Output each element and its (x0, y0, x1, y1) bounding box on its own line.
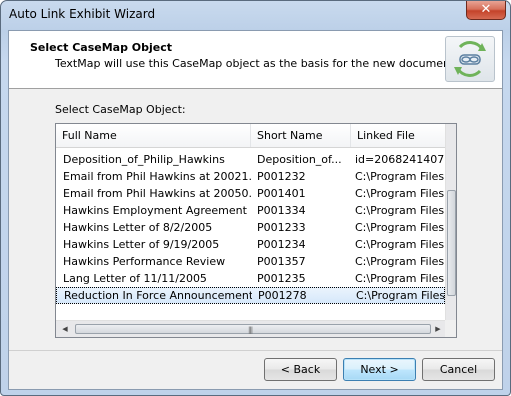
close-button[interactable]: ✕ (466, 1, 506, 20)
close-icon: ✕ (480, 2, 492, 17)
cancel-button[interactable]: Cancel (422, 358, 495, 381)
cell-linked-file: C:\Program Files (355, 272, 445, 285)
cell-linked-file: id=2068241407 (355, 153, 445, 166)
cell-short-name: P001278 (258, 289, 307, 302)
cell-linked-file: C:\Program Files (355, 238, 445, 251)
scroll-right-icon[interactable]: ▶ (432, 323, 444, 335)
cell-short-name: P001235 (257, 272, 306, 285)
column-header-short-name[interactable]: Short Name (251, 124, 351, 147)
next-button[interactable]: Next > (343, 358, 416, 381)
vertical-scrollbar[interactable] (445, 124, 456, 320)
link-exhibit-icon (445, 36, 495, 82)
list-row[interactable]: Email from Phil Hawkins at 20050... P001… (56, 185, 445, 202)
cell-full-name: Deposition_of_Philip_Hawkins (63, 153, 225, 166)
cell-full-name: Email from Phil Hawkins at 20021... (63, 170, 251, 183)
cell-short-name: P001357 (257, 255, 306, 268)
casemap-object-list[interactable]: Full Name Short Name Linked File Deposit… (55, 123, 457, 338)
cell-short-name: P001232 (257, 170, 306, 183)
horizontal-scroll-thumb[interactable]: ||| (75, 324, 431, 334)
wizard-client-area: Select CaseMap Object TextMap will use t… (8, 30, 503, 390)
wizard-window: Auto Link Exhibit Wizard ✕ Select CaseMa… (0, 0, 511, 396)
vertical-scroll-thumb[interactable] (447, 190, 456, 296)
cell-full-name: Hawkins Employment Agreement (63, 204, 247, 217)
list-row[interactable]: Hawkins Employment Agreement P001334 C:\… (56, 202, 445, 219)
scroll-left-icon[interactable]: ◀ (59, 323, 71, 335)
cell-full-name: Hawkins Performance Review (63, 255, 226, 268)
cell-short-name: P001334 (257, 204, 306, 217)
list-rows: Deposition_of_Philip_Hawkins Deposition_… (56, 151, 445, 321)
cell-full-name: Hawkins Letter of 9/19/2005 (63, 238, 220, 251)
list-row-selected[interactable]: Reduction In Force Announcement P001278 … (56, 287, 445, 304)
cell-short-name: P001234 (257, 238, 306, 251)
cell-short-name: Deposition_of... (257, 153, 342, 166)
cell-linked-file: C:\Program Files (355, 187, 445, 200)
column-header-linked-file[interactable]: Linked File (351, 124, 445, 147)
page-title: Select CaseMap Object (30, 41, 173, 54)
cell-linked-file: C:\Program Files (355, 221, 445, 234)
list-row[interactable]: Hawkins Performance Review P001357 C:\Pr… (56, 253, 445, 270)
scrollbar-corner (445, 320, 456, 337)
list-row[interactable]: Lang Letter of 11/11/2005 P001235 C:\Pro… (56, 270, 445, 287)
cell-linked-file: C:\Program Files (355, 204, 445, 217)
page-subtitle: TextMap will use this CaseMap object as … (55, 57, 458, 70)
cell-full-name: Email from Phil Hawkins at 20050... (63, 187, 251, 200)
list-row[interactable]: Deposition_of_Philip_Hawkins Deposition_… (56, 151, 445, 168)
list-row[interactable]: Hawkins Letter of 9/19/2005 P001234 C:\P… (56, 236, 445, 253)
title-bar[interactable]: Auto Link Exhibit Wizard ✕ (1, 1, 510, 31)
cell-short-name: P001401 (257, 187, 306, 200)
cell-linked-file: C:\Program Files (356, 289, 445, 302)
cell-full-name: Reduction In Force Announcement (64, 289, 252, 302)
grip-icon: ||| (248, 326, 253, 334)
cell-short-name: P001233 (257, 221, 306, 234)
column-header-row: Full Name Short Name Linked File (56, 124, 445, 148)
list-label: Select CaseMap Object: (55, 103, 186, 116)
list-row[interactable]: Hawkins Letter of 8/2/2005 P001233 C:\Pr… (56, 219, 445, 236)
cell-linked-file: C:\Program Files (355, 170, 445, 183)
cell-full-name: Hawkins Letter of 8/2/2005 (63, 221, 213, 234)
horizontal-scrollbar[interactable]: ◀ ||| ▶ (56, 320, 445, 337)
cell-full-name: Lang Letter of 11/11/2005 (63, 272, 207, 285)
back-button[interactable]: < Back (264, 358, 337, 381)
list-row[interactable]: Email from Phil Hawkins at 20021... P001… (56, 168, 445, 185)
footer-divider (9, 350, 502, 351)
wizard-header: Select CaseMap Object TextMap will use t… (9, 31, 502, 89)
window-title: Auto Link Exhibit Wizard (9, 7, 156, 21)
column-header-full-name[interactable]: Full Name (56, 124, 251, 147)
cell-linked-file: C:\Program Files (355, 255, 445, 268)
